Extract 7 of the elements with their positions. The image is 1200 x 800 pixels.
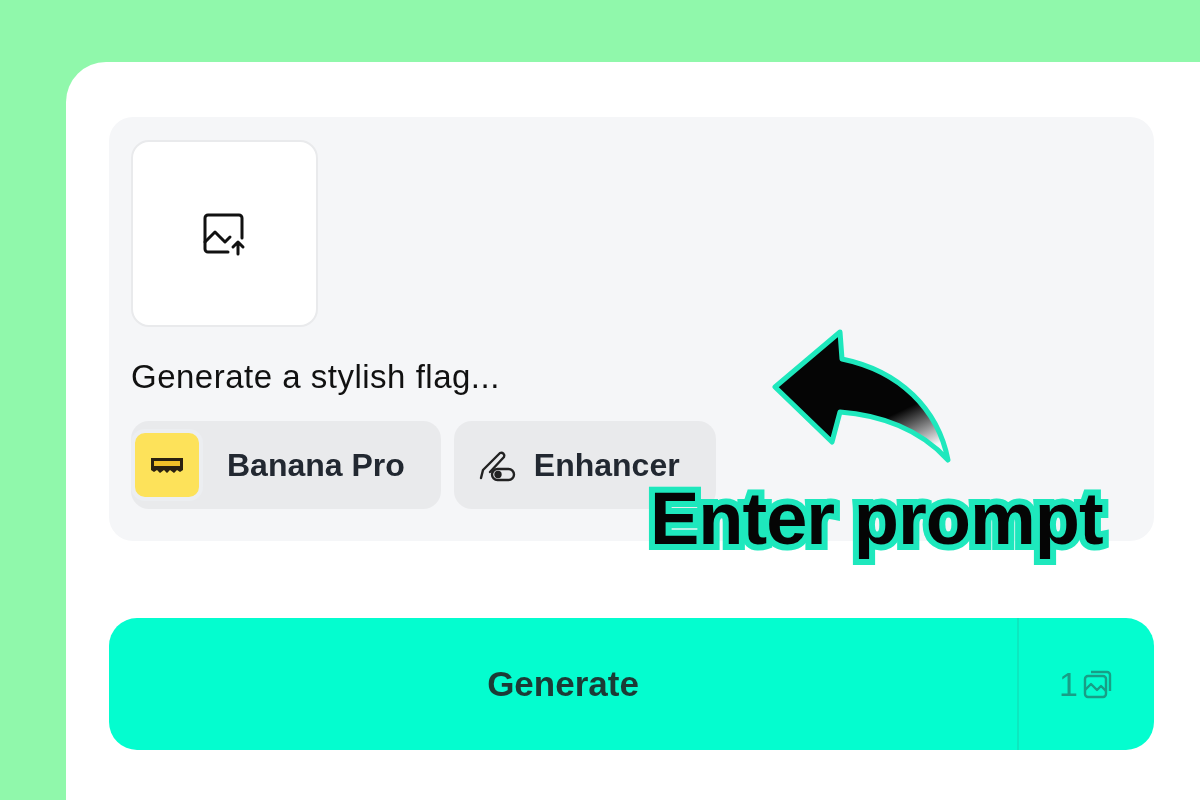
model-chip[interactable]: Banana Pro — [131, 421, 441, 509]
logo-icon — [150, 455, 184, 475]
pen-toggle-icon — [477, 448, 518, 482]
image-upload-tile[interactable] — [131, 140, 318, 327]
generate-button[interactable]: Generate 1 — [109, 618, 1154, 750]
prompt-field[interactable]: Generate a stylish flag... — [131, 355, 611, 399]
images-icon — [1081, 668, 1114, 700]
